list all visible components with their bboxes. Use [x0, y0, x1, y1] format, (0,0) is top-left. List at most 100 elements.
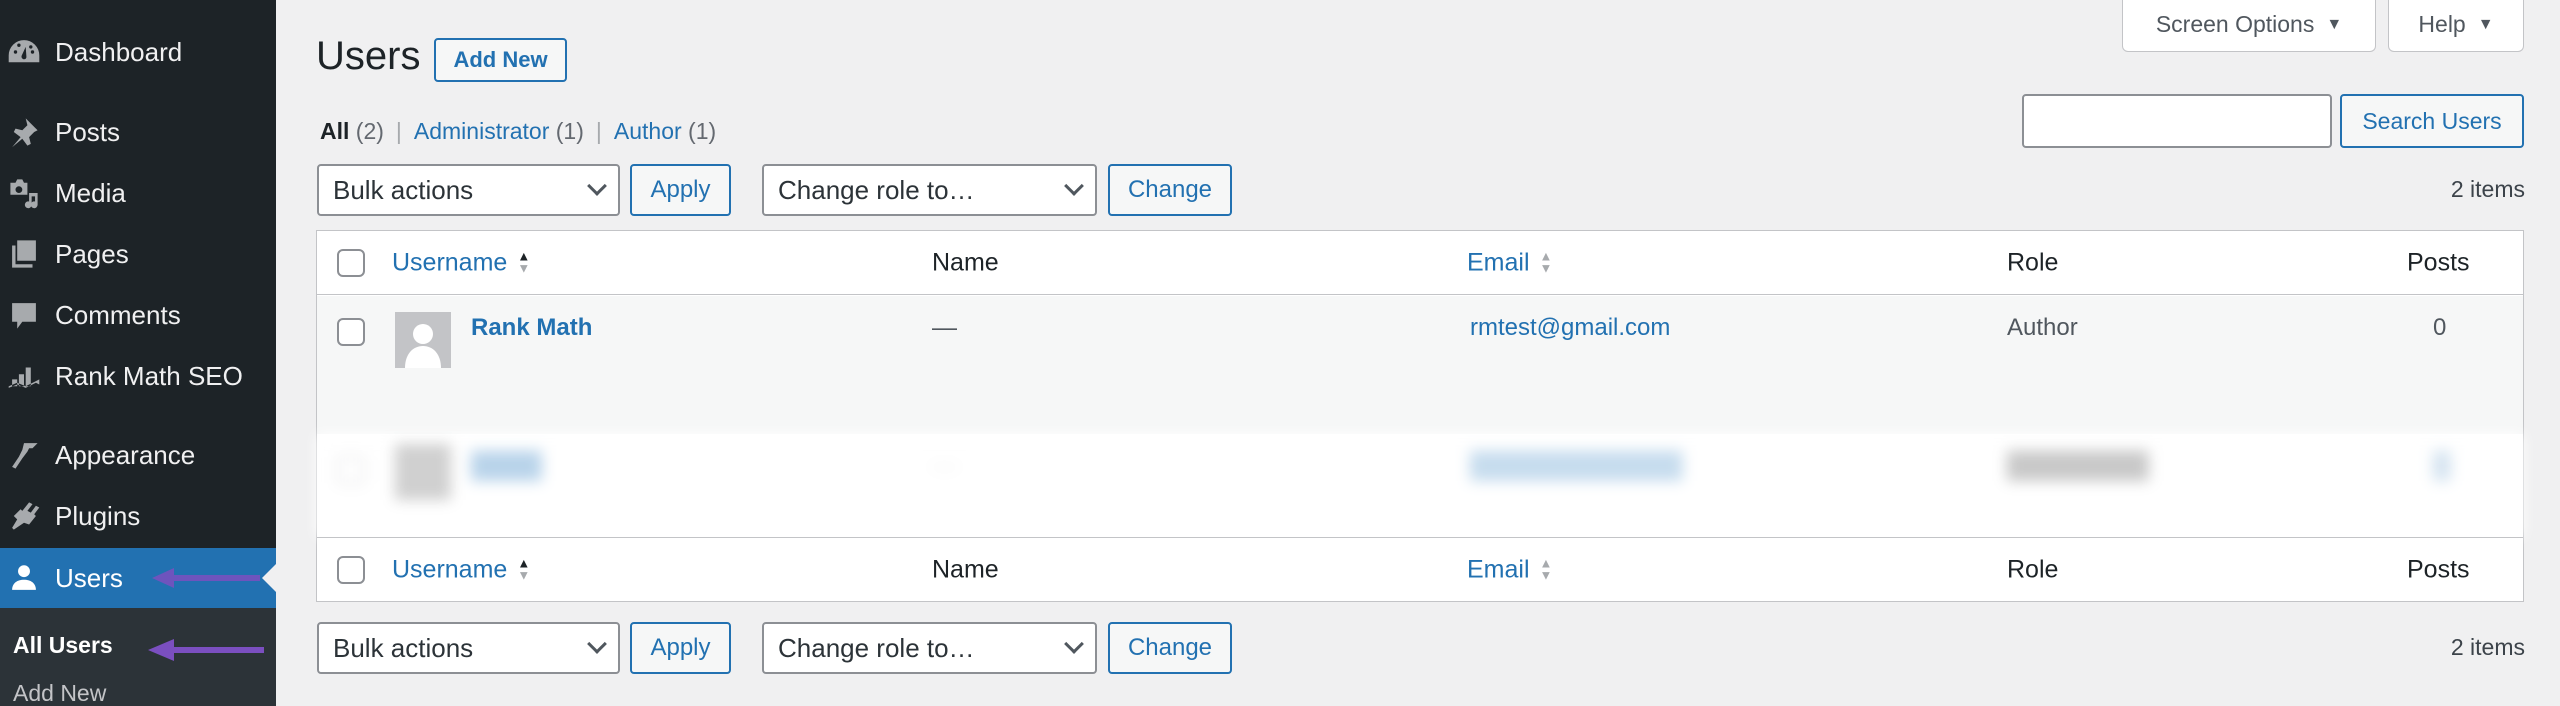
- column-role: Role: [2007, 248, 2059, 276]
- submenu-all-users[interactable]: All Users: [13, 632, 113, 659]
- column-name: Name: [932, 248, 999, 276]
- user-name: —: [932, 451, 957, 480]
- change-role-select-bottom[interactable]: Change role to…: [762, 622, 1097, 674]
- user-email-link[interactable]: rmtest@gmail.com: [1470, 314, 1670, 342]
- role-filter-views: All (2) | Administrator (1) | Author (1): [320, 118, 716, 145]
- select-all-checkbox-bottom[interactable]: [337, 556, 365, 584]
- bulk-actions-value: Bulk actions: [333, 632, 474, 663]
- avatar: [395, 444, 451, 500]
- table-header: Username ▲ ▼ Name Email ▲ ▼ Role Posts: [317, 231, 2523, 295]
- chevron-down-icon: [1064, 176, 1084, 196]
- column-name: Name: [932, 555, 999, 583]
- bulk-actions-value: Bulk actions: [333, 174, 474, 205]
- username-link[interactable]: Rank Math: [471, 314, 592, 342]
- caret-down-icon: ▼: [2326, 15, 2343, 33]
- items-count-top: 2 items: [2450, 176, 2525, 202]
- sidebar-item-label: Appearance: [55, 439, 196, 470]
- user-posts-count[interactable]: 0: [2433, 314, 2446, 342]
- column-email-sortable[interactable]: Email ▲ ▼: [1467, 248, 1552, 277]
- chevron-down-icon: [1064, 634, 1084, 654]
- view-separator: |: [595, 118, 602, 144]
- view-separator: |: [395, 118, 402, 144]
- change-role-select-top[interactable]: Change role to…: [762, 164, 1097, 216]
- annotation-arrow-users: [152, 564, 262, 592]
- add-new-user-button[interactable]: Add New: [434, 38, 567, 82]
- sidebar-item-plugins[interactable]: Plugins: [0, 486, 276, 546]
- sidebar-item-comments[interactable]: Comments: [0, 285, 276, 345]
- change-role-value: Change role to…: [778, 632, 975, 663]
- annotation-arrow-all-users: [148, 636, 266, 664]
- sidebar-item-label: Users: [55, 562, 123, 593]
- pages-icon: [6, 236, 42, 272]
- search-users-input[interactable]: [2022, 94, 2332, 148]
- help-label: Help: [2418, 11, 2466, 37]
- user-role: ████████: [2007, 451, 2149, 480]
- table-row-blurred: ████ — ████████████ ████████ █: [317, 434, 2523, 537]
- sort-indicator-icon: ▲ ▼: [1539, 248, 1553, 276]
- chevron-down-icon: [587, 176, 607, 196]
- sidebar-item-label: Plugins: [55, 500, 141, 531]
- user-icon: [6, 560, 42, 596]
- sort-indicator-icon: ▲ ▼: [517, 555, 531, 583]
- user-email-link[interactable]: ████████████: [1470, 452, 1683, 481]
- sidebar-item-label: Dashboard: [55, 36, 183, 67]
- pushpin-icon: [6, 114, 42, 150]
- bulk-actions-select-bottom[interactable]: Bulk actions: [317, 622, 620, 674]
- bulk-actions-select-top[interactable]: Bulk actions: [317, 164, 620, 216]
- sidebar-item-label: Posts: [55, 116, 121, 147]
- sort-indicator-icon: ▲ ▼: [1539, 555, 1553, 583]
- sidebar-item-label: Media: [55, 177, 126, 208]
- sidebar-item-pages[interactable]: Pages: [0, 224, 276, 284]
- apply-button-bottom[interactable]: Apply: [630, 622, 731, 674]
- view-author[interactable]: Author (1): [614, 118, 716, 145]
- sidebar-item-label: Rank Math SEO: [55, 360, 243, 391]
- column-username-sortable[interactable]: Username ▲ ▼: [392, 248, 530, 277]
- view-administrator[interactable]: Administrator (1): [414, 118, 584, 145]
- view-all[interactable]: All (2): [320, 118, 384, 145]
- column-email-sortable[interactable]: Email ▲ ▼: [1467, 555, 1552, 584]
- change-role-button-bottom[interactable]: Change: [1108, 622, 1232, 674]
- sidebar-item-posts[interactable]: Posts: [0, 102, 276, 162]
- admin-sidebar: Dashboard Posts Media Pages Comments Ran…: [0, 0, 276, 706]
- screen-options-button[interactable]: Screen Options ▼: [2122, 0, 2376, 52]
- screen-options-label: Screen Options: [2155, 11, 2315, 37]
- sort-indicator-icon: ▲ ▼: [517, 248, 531, 276]
- media-camera-music-icon: [6, 175, 42, 211]
- table-row: Rank Math — rmtest@gmail.com Author 0: [317, 296, 2523, 434]
- row-checkbox[interactable]: [337, 456, 365, 484]
- avatar: [395, 312, 451, 368]
- page-title: Users: [316, 34, 421, 78]
- chevron-down-icon: [587, 634, 607, 654]
- column-posts: Posts: [2407, 248, 2470, 276]
- rank-math-chart-icon: [6, 358, 42, 394]
- user-name: —: [932, 313, 957, 342]
- sidebar-item-rank-math-seo[interactable]: Rank Math SEO: [0, 346, 276, 406]
- comment-bubble-icon: [6, 297, 42, 333]
- help-button[interactable]: Help ▼: [2388, 0, 2524, 52]
- sidebar-item-appearance[interactable]: Appearance: [0, 425, 276, 485]
- active-menu-notch: [262, 564, 276, 592]
- row-checkbox[interactable]: [337, 318, 365, 346]
- search-users-button[interactable]: Search Users: [2340, 94, 2524, 148]
- sidebar-item-label: Pages: [55, 238, 129, 269]
- submenu-add-new[interactable]: Add New: [13, 680, 106, 706]
- users-table: Username ▲ ▼ Name Email ▲ ▼ Role Posts Ran…: [316, 230, 2524, 602]
- column-posts: Posts: [2407, 555, 2470, 583]
- items-count-bottom: 2 items: [2450, 634, 2525, 660]
- user-role: Author: [2007, 314, 2078, 341]
- column-role: Role: [2007, 555, 2059, 583]
- username-link[interactable]: ████: [471, 452, 542, 481]
- sidebar-item-dashboard[interactable]: Dashboard: [0, 22, 276, 82]
- change-role-value: Change role to…: [778, 174, 975, 205]
- dashboard-gauge-icon: [6, 34, 42, 70]
- table-footer: Username ▲ ▼ Name Email ▲ ▼ Role Posts: [317, 537, 2523, 601]
- user-posts-count[interactable]: █: [2433, 452, 2451, 481]
- apply-button-top[interactable]: Apply: [630, 164, 731, 216]
- sidebar-item-media[interactable]: Media: [0, 163, 276, 223]
- column-username-sortable[interactable]: Username ▲ ▼: [392, 555, 530, 584]
- paintbrush-icon: [6, 437, 42, 473]
- change-role-button-top[interactable]: Change: [1108, 164, 1232, 216]
- select-all-checkbox-top[interactable]: [337, 249, 365, 277]
- plug-icon: [6, 498, 42, 534]
- caret-down-icon: ▼: [2477, 15, 2494, 33]
